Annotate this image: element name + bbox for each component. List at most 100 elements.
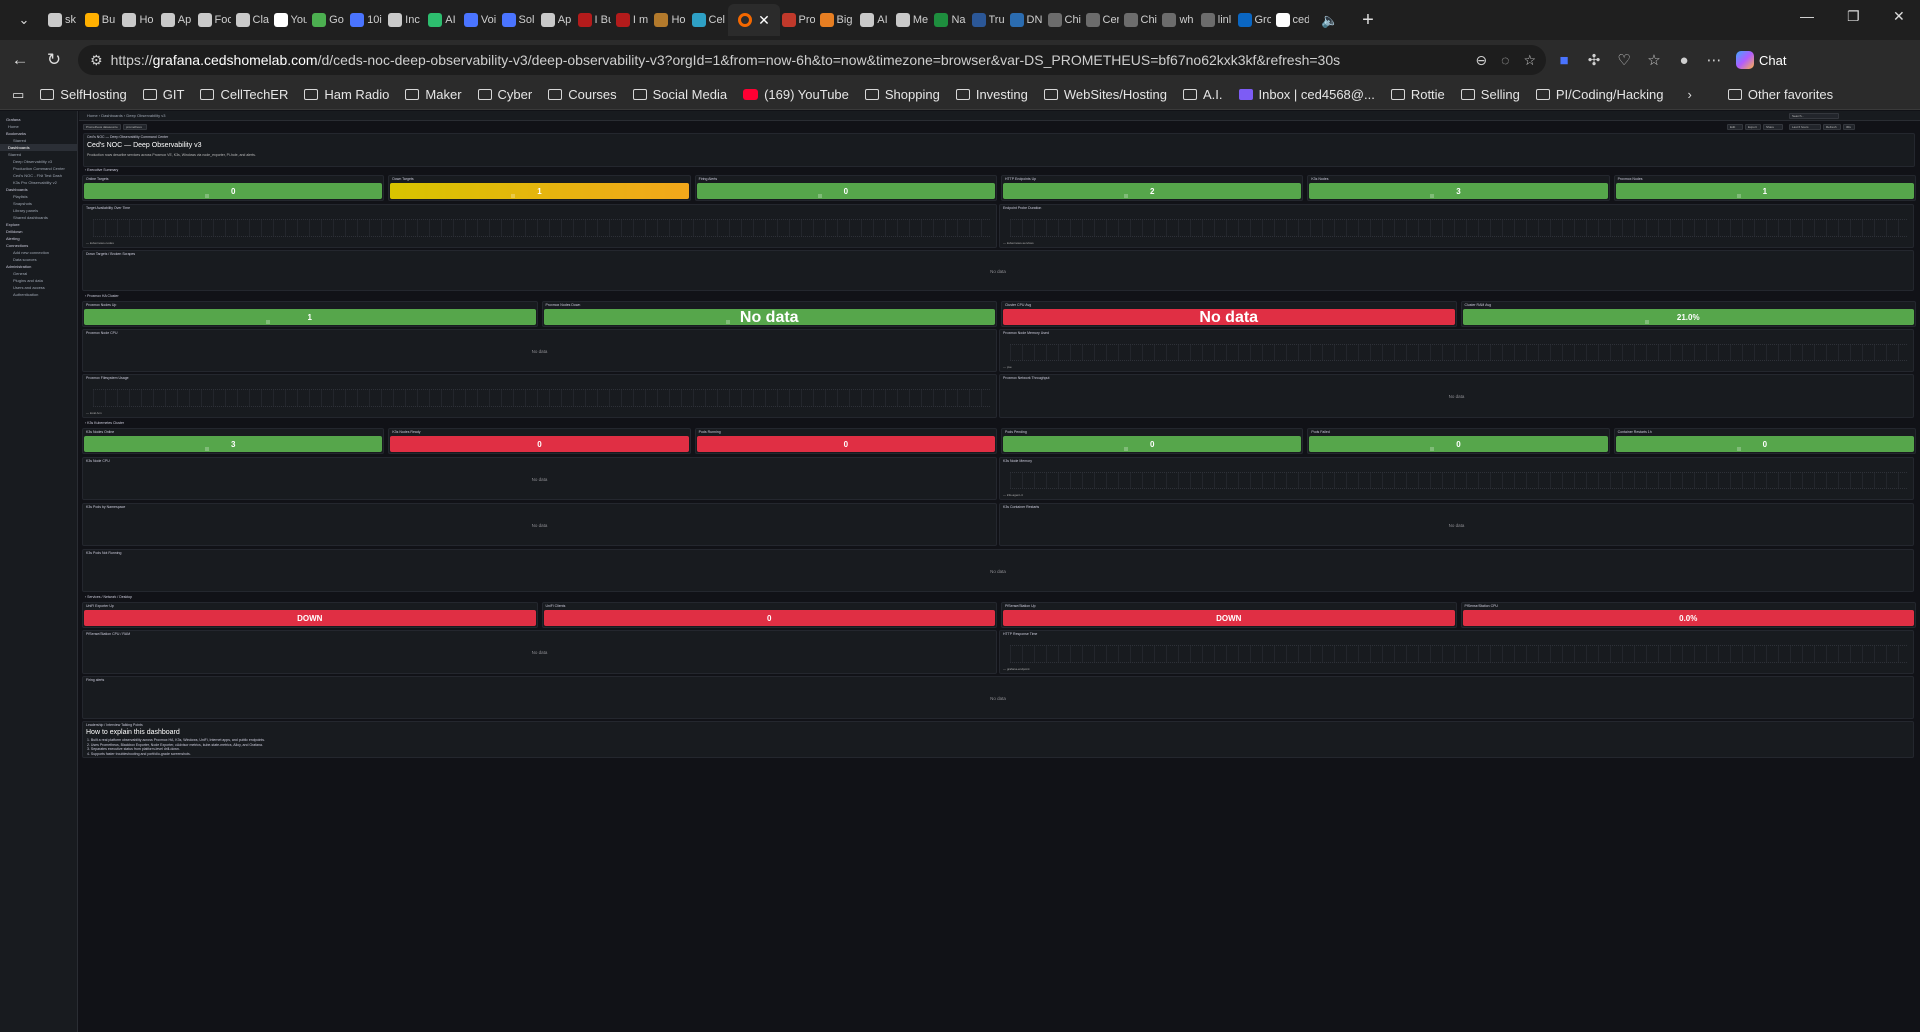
stat-panel-stats3[interactable]: Pods Failed 0 xyxy=(1307,428,1610,454)
tab-12[interactable]: Sol xyxy=(500,6,536,34)
sidebar-item[interactable]: Plugins and data xyxy=(0,277,77,284)
stat-panel-stats1[interactable]: Proxmox Nodes 1 xyxy=(1613,175,1916,201)
sidebar-item[interactable]: Connections xyxy=(0,242,77,249)
tab-16[interactable]: Ho xyxy=(652,6,688,34)
sidebar-item[interactable]: Library panels xyxy=(0,207,77,214)
sidebar-item[interactable]: Ced's NOC - FNt Test Dash xyxy=(0,172,77,179)
tab-5[interactable]: Cla xyxy=(234,6,270,34)
bookmark-3[interactable]: Ham Radio xyxy=(304,87,389,102)
sidebar-item[interactable]: Administration xyxy=(0,263,77,270)
sidebar-item[interactable]: Grafana xyxy=(0,116,77,123)
graph-pve-cpu[interactable]: Proxmox Node CPU No data xyxy=(82,329,997,372)
graph-pve-fs[interactable]: Proxmox Filesystem Usage — local-lvm xyxy=(82,374,997,418)
panel-k3s-not-running[interactable]: K3s Pods Not Running No data xyxy=(82,549,1914,592)
favorite-star-icon[interactable]: ☆ xyxy=(1523,52,1536,69)
url-field[interactable]: ⚙ https://grafana.cedshomelab.com/d/ceds… xyxy=(78,45,1546,75)
sidebar-item[interactable]: Add new connection xyxy=(0,249,77,256)
restore-button[interactable]: ❐ xyxy=(1847,8,1860,25)
zoom-icon[interactable]: ⊖ xyxy=(1475,52,1487,69)
tab-13[interactable]: Ap xyxy=(538,6,574,34)
stat-panel-stats3[interactable]: K3s Nodes Online 3 xyxy=(82,428,385,454)
sidebar-item[interactable]: Authentication xyxy=(0,291,77,298)
bookmark-0[interactable]: SelfHosting xyxy=(40,87,127,102)
bookmark-8[interactable]: (169) YouTube xyxy=(743,87,849,102)
tab-3[interactable]: Me xyxy=(894,6,930,34)
sidebar-item[interactable]: Drilldown xyxy=(0,228,77,235)
stat-panel-stats1[interactable]: Online Targets 0 xyxy=(82,175,385,201)
tab-4[interactable]: Foc xyxy=(196,6,232,34)
bookmark-7[interactable]: Social Media xyxy=(632,87,727,102)
stat-panel-stats1[interactable]: Firing Alerts 0 xyxy=(694,175,997,201)
variable-datasource-select[interactable]: prometheus xyxy=(123,124,147,130)
stat-panel-stats4[interactable]: PfSense/Station Up DOWN xyxy=(1001,602,1457,628)
sidebar-item[interactable]: K3s Pro Observability v2 xyxy=(0,179,77,186)
bookmark-4[interactable]: Maker xyxy=(405,87,462,102)
sidebar-item[interactable]: Dashboards xyxy=(0,144,77,151)
graph-k3s-mem[interactable]: K3s Node Memory — k3s-agent-4 xyxy=(999,457,1914,500)
export-button[interactable]: Export xyxy=(1745,124,1761,130)
sidebar-item[interactable]: Production Command Center xyxy=(0,165,77,172)
edit-button[interactable]: Edit xyxy=(1727,124,1743,130)
tab-13[interactable]: ced xyxy=(1274,6,1310,34)
more-menu-icon[interactable]: ⋯ xyxy=(1702,51,1726,69)
other-favorites[interactable]: Other favorites xyxy=(1727,87,1833,102)
tab-0[interactable]: Pro xyxy=(780,6,816,34)
bookmark-2[interactable]: CellTechER xyxy=(200,87,288,102)
back-icon[interactable]: ← xyxy=(6,50,34,70)
row-header-r2[interactable]: › Proxmox HA Cluster xyxy=(79,293,1920,299)
tab-15[interactable]: I m xyxy=(614,6,650,34)
tab-9[interactable]: Inc xyxy=(386,6,422,34)
close-window-button[interactable]: ✕ xyxy=(1893,8,1905,25)
tab-6[interactable]: You xyxy=(272,6,308,34)
graph-k3s-cpu[interactable]: K3s Node CPU No data xyxy=(82,457,997,500)
stat-panel-stats1[interactable]: HTTP Endpoints Up 2 xyxy=(1001,175,1304,201)
bookmark-10[interactable]: Investing xyxy=(955,87,1028,102)
sidebar-item[interactable]: Explore xyxy=(0,221,77,228)
sidebar-item[interactable]: Users and access xyxy=(0,284,77,291)
row-header-r3[interactable]: › K3s Kubernetes Cluster xyxy=(79,420,1920,426)
panel-down-targets[interactable]: Down Targets / Broken Scrapes No data xyxy=(82,250,1914,291)
stat-panel-stats1[interactable]: Down Targets 1 xyxy=(388,175,691,201)
time-range-picker[interactable]: Last 6 hours xyxy=(1789,124,1821,130)
tab-2[interactable]: Ho xyxy=(120,6,156,34)
tab-2[interactable]: AI xyxy=(856,6,892,34)
tab-14[interactable]: I Bu xyxy=(576,6,612,34)
stat-panel-stats3[interactable]: Container Restarts 1h 0 xyxy=(1613,428,1916,454)
sidebar-item[interactable]: Playlists xyxy=(0,193,77,200)
copilot-chat-button[interactable]: Chat xyxy=(1736,51,1786,69)
stat-panel-stats3[interactable]: Pods Pending 0 xyxy=(1001,428,1304,454)
sidebar-item[interactable]: General xyxy=(0,270,77,277)
graph-pf-cpu[interactable]: PfSense/Station CPU / RAM No data xyxy=(82,630,997,674)
speaker-icon[interactable]: 🔈 xyxy=(1312,6,1348,34)
graph-pve-mem[interactable]: Proxmox Node Memory Used — pve xyxy=(999,329,1914,372)
bookmark-1[interactable]: GIT xyxy=(142,87,184,102)
stat-panel-stats4[interactable]: UniFi Exporter Up DOWN xyxy=(82,602,538,628)
chevron-right-icon[interactable]: › xyxy=(1688,87,1692,102)
tab-5[interactable]: Tru xyxy=(970,6,1006,34)
tab-17[interactable]: Cel xyxy=(690,6,726,34)
tab-11[interactable]: Voi xyxy=(462,6,498,34)
refresh-button[interactable]: Refresh xyxy=(1823,124,1841,130)
graph-k3s-restarts[interactable]: K3s Container Restarts No data xyxy=(999,503,1914,546)
sidebar-item[interactable]: Alerting xyxy=(0,235,77,242)
bookmark-16[interactable]: PI/Coding/Hacking xyxy=(1535,87,1664,102)
tab-8[interactable]: Cer xyxy=(1084,6,1120,34)
graph-endpoint-probe[interactable]: Endpoint Probe Duration — kubernetes-serv… xyxy=(999,204,1914,248)
reader-icon[interactable]: ◌ xyxy=(1501,52,1509,69)
sidebar-item[interactable]: Dashboards xyxy=(0,186,77,193)
tab-1[interactable]: Bu xyxy=(82,6,118,34)
search-input[interactable]: Search... xyxy=(1789,113,1839,119)
sidebar-item[interactable]: Home xyxy=(0,123,77,130)
bookmark-13[interactable]: Inbox | ced4568@... xyxy=(1238,87,1375,102)
tab-10[interactable]: AI xyxy=(424,6,460,34)
tab-7[interactable]: Chi xyxy=(1046,6,1082,34)
bookmark-14[interactable]: Rottie xyxy=(1390,87,1445,102)
graph-http-response[interactable]: HTTP Response Time — grafana-endpoint xyxy=(999,630,1914,674)
bookmark-6[interactable]: Courses xyxy=(548,87,617,102)
stat-panel-stats3[interactable]: Pods Running 0 xyxy=(694,428,997,454)
sidebar-item[interactable]: Snapshots xyxy=(0,200,77,207)
tab-list-button[interactable]: ⌄ xyxy=(6,6,42,34)
collections-icon[interactable]: ▭ xyxy=(12,87,24,103)
extensions-puzzle-icon[interactable]: ✣ xyxy=(1582,51,1606,69)
graph-pve-net[interactable]: Proxmox Network Throughput No data xyxy=(999,374,1914,418)
